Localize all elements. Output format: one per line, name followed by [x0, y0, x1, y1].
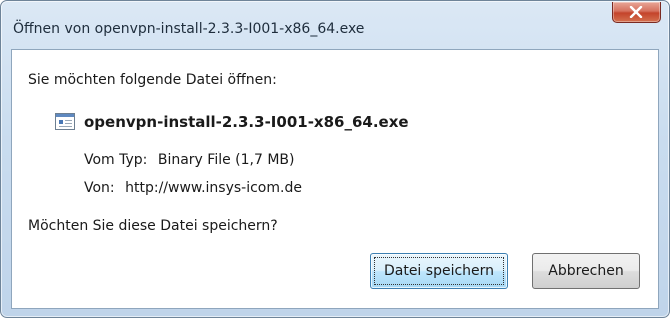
cancel-button[interactable]: Abbrechen [532, 253, 640, 289]
close-button[interactable] [612, 2, 661, 23]
file-type-value: Binary File (1,7 MB) [157, 152, 295, 168]
file-source-label: Von: [84, 180, 115, 196]
file-source-value: http://www.insys-icom.de [125, 180, 302, 196]
file-source-row: Von: http://www.insys-icom.de [84, 180, 302, 196]
open-prompt: Sie möchten folgende Datei öffnen: [28, 72, 277, 88]
close-icon [629, 6, 643, 18]
save-question: Möchten Sie diese Datei speichern? [28, 218, 278, 234]
save-file-button[interactable]: Datei speichern [370, 253, 508, 289]
save-file-button-label: Datei speichern [383, 263, 495, 279]
file-type-row: Vom Typ: Binary File (1,7 MB) [84, 152, 295, 168]
cancel-button-label: Abbrechen [548, 263, 624, 279]
window-title: Öffnen von openvpn-install-2.3.3-I001-x8… [13, 21, 365, 37]
exe-file-icon [55, 113, 75, 130]
file-type-label: Vom Typ: [84, 152, 148, 168]
title-bar[interactable]: Öffnen von openvpn-install-2.3.3-I001-x8… [1, 1, 669, 45]
file-name: openvpn-install-2.3.3-I001-x86_64.exe [84, 113, 409, 131]
